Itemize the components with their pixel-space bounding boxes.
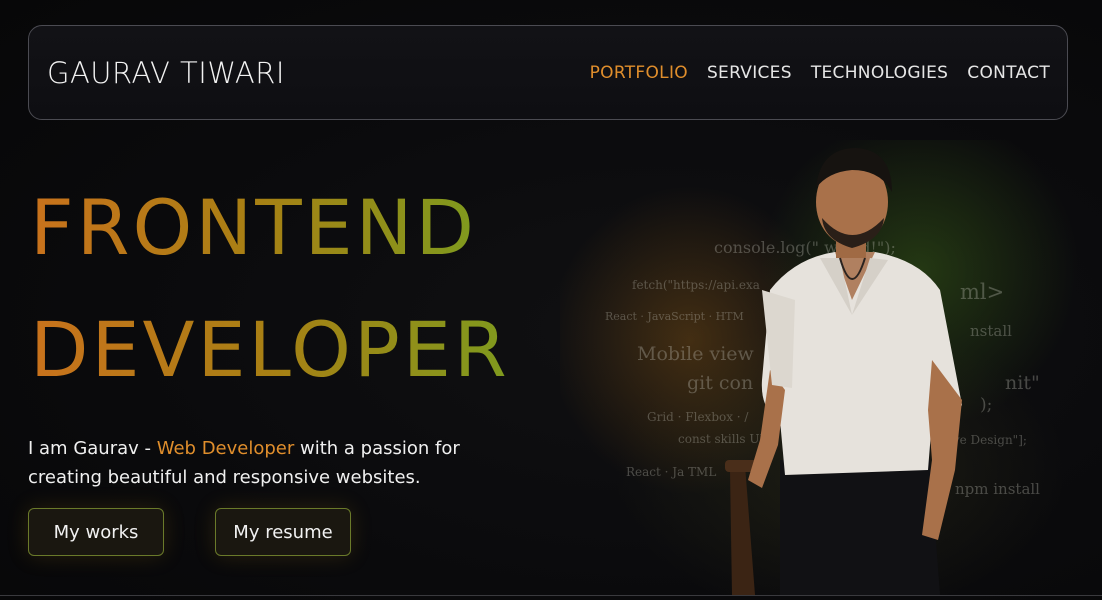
site-header: GAURAV TIWARI PORTFOLIO SERVICES TECHNOL… <box>28 25 1068 120</box>
main-nav: PORTFOLIO SERVICES TECHNOLOGIES CONTACT <box>590 63 1050 83</box>
nav-portfolio[interactable]: PORTFOLIO <box>590 63 688 83</box>
my-resume-button[interactable]: My resume <box>215 508 351 556</box>
nav-technologies[interactable]: TECHNOLOGIES <box>811 63 948 83</box>
nav-contact[interactable]: CONTACT <box>967 63 1050 83</box>
developer-portrait <box>725 148 962 595</box>
hero-visual: console.log(" world!"); fetch("https://a… <box>560 140 1102 595</box>
bottom-divider <box>0 595 1102 596</box>
brand-logo[interactable]: GAURAV TIWARI <box>47 56 285 90</box>
intro-highlight: Web Developer <box>156 438 295 459</box>
my-works-button[interactable]: My works <box>28 508 164 556</box>
hero-headline-line1: FRONTEND <box>30 183 478 272</box>
intro-prefix: I am Gaurav - <box>28 438 157 459</box>
hero-headline-line2: DEVELOPER <box>30 305 510 394</box>
page: GAURAV TIWARI PORTFOLIO SERVICES TECHNOL… <box>0 0 1102 600</box>
nav-services[interactable]: SERVICES <box>707 63 792 83</box>
hero-intro: I am Gaurav - Web Developer with a passi… <box>28 434 508 492</box>
